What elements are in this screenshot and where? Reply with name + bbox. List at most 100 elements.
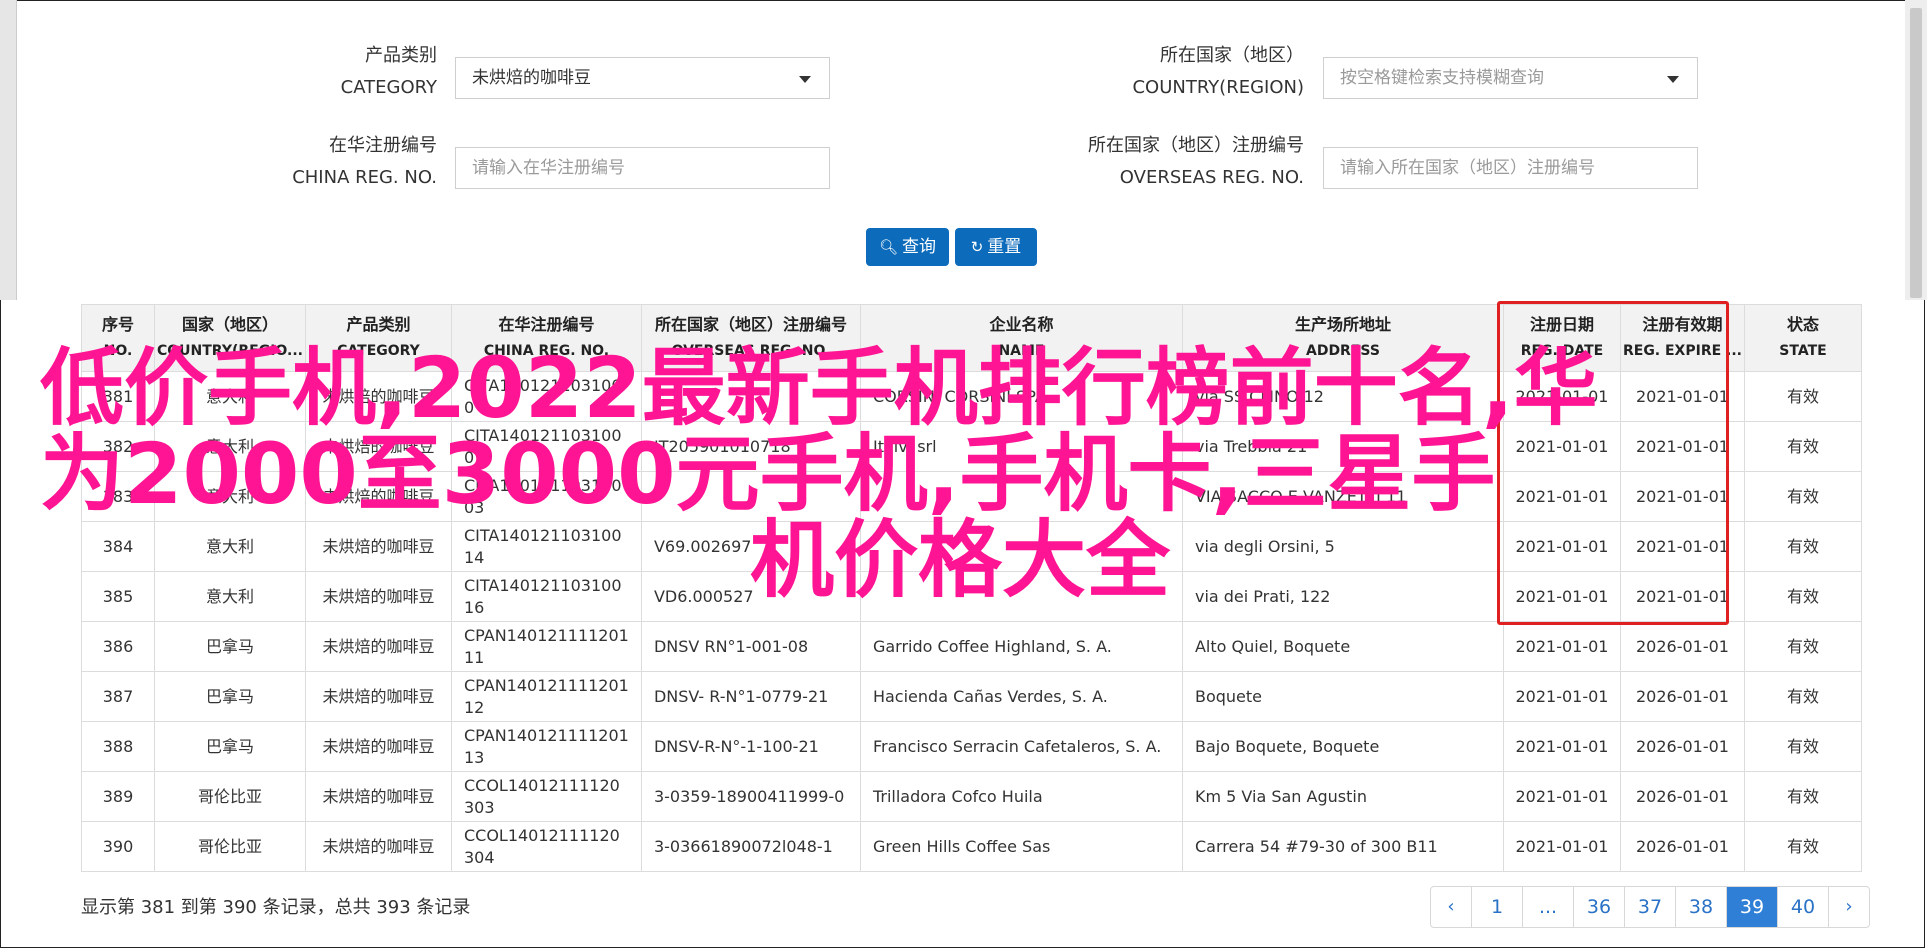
china-reg-label: 在华注册编号 CHINA REG. NO. — [292, 135, 437, 188]
table-row: 386 巴拿马 未烘焙的咖啡豆 CPAN14012111120111 DNSV RN°1… — [81, 621, 1862, 672]
table-cell: CPAN14012111120112 — [450, 671, 642, 722]
table-cell: VIA SACCO E VANZETTI 11 — [1181, 471, 1504, 522]
prev-page-button[interactable]: ‹ — [1431, 887, 1472, 927]
page-button[interactable]: 39 — [1727, 887, 1778, 927]
column-header-cn: 企业名称 — [989, 315, 1054, 334]
column-header[interactable]: 国家（地区） COUNTRY(REGIO... — [154, 304, 306, 372]
highlight-box — [1497, 301, 1729, 625]
column-header-cn: 产品类别 — [346, 315, 411, 334]
category-select[interactable]: 未烘焙的咖啡豆 — [455, 57, 830, 99]
vertical-scrollbar[interactable] — [1905, 0, 1927, 300]
table-cell: DNSV- R-N°1-0779-21 — [640, 671, 861, 722]
page-button[interactable]: ... — [1523, 887, 1574, 927]
table-cell: 有效 — [1744, 521, 1862, 572]
table-cell: Green Hills Coffee Sas — [859, 821, 1183, 872]
scrollbar-thumb[interactable] — [1910, 8, 1922, 298]
left-gutter — [0, 0, 17, 300]
table-cell: 390 — [81, 821, 155, 872]
table-cell: 未烘焙的咖啡豆 — [304, 621, 452, 672]
table-cell: 有效 — [1744, 671, 1862, 722]
search-icon: 🔍︎ — [878, 238, 899, 256]
column-header[interactable]: 状态 STATE — [1744, 304, 1862, 372]
table-cell: CCOL14012111120303 — [450, 771, 642, 822]
table-cell: via SS CLINO 12 — [1181, 371, 1504, 422]
table-cell: 有效 — [1744, 371, 1862, 422]
table-cell: DNSV RN°1-001-08 — [640, 621, 861, 672]
table-cell: 意大利 — [154, 371, 306, 422]
column-header[interactable]: 序号 NO. — [81, 304, 155, 372]
table-cell — [859, 521, 1183, 572]
table-cell: 未烘焙的咖啡豆 — [304, 721, 452, 772]
table-cell: 有效 — [1744, 621, 1862, 672]
column-header-en: NAME — [998, 343, 1045, 359]
table-cell: 有效 — [1744, 421, 1862, 472]
column-header-cn: 生产场所地址 — [1294, 315, 1391, 334]
table-cell: 意大利 — [154, 521, 306, 572]
table-cell — [640, 471, 861, 522]
column-header[interactable]: 企业名称 NAME — [859, 304, 1183, 372]
country-select-placeholder: 按空格键检索支持模糊查询 — [1340, 68, 1544, 88]
table-cell: CPAN14012111120113 — [450, 721, 642, 772]
table-cell: CITA14012110310016 — [450, 571, 642, 622]
table-cell: 3-0359-18900411999-0 — [640, 771, 861, 822]
table-cell: CITA14012110310003 — [450, 471, 642, 522]
table-cell: 385 — [81, 571, 155, 622]
table-cell: 有效 — [1744, 471, 1862, 522]
table-cell: via degli Orsini, 5 — [1181, 521, 1504, 572]
table-cell: 有效 — [1744, 771, 1862, 822]
table-cell: 2021-01-01 — [1502, 821, 1621, 872]
table-cell: 有效 — [1744, 721, 1862, 772]
column-header[interactable]: 所在国家（地区）注册编号 OVERSEAS REG. NO. — [640, 304, 861, 372]
search-button[interactable]: 🔍︎ 查询 — [866, 228, 949, 266]
page-button[interactable]: 1 — [1472, 887, 1523, 927]
column-header[interactable]: 在华注册编号 CHINA REG. NO. — [450, 304, 642, 372]
table-cell: 3-03661890072l048-1 — [640, 821, 861, 872]
category-select-value: 未烘焙的咖啡豆 — [472, 68, 591, 88]
table-cell: 2026-01-01 — [1619, 671, 1746, 722]
table-cell — [640, 371, 861, 422]
table-cell: 未烘焙的咖啡豆 — [304, 771, 452, 822]
table-row: 387 巴拿马 未烘焙的咖啡豆 CPAN14012111120112 DNSV- R-N… — [81, 671, 1862, 722]
table-cell: 2026-01-01 — [1619, 771, 1746, 822]
page-button[interactable]: 40 — [1778, 887, 1829, 927]
table-cell: 意大利 — [154, 421, 306, 472]
reset-button[interactable]: ↻ 重置 — [955, 228, 1037, 266]
page-button[interactable]: 36 — [1574, 887, 1625, 927]
overseas-reg-input[interactable]: 请输入所在国家（地区）注册编号 — [1323, 147, 1698, 189]
pagination: ‹ 1... 36 37 38 39 40 › — [1430, 886, 1870, 928]
table-cell: 382 — [81, 421, 155, 472]
next-page-button[interactable]: › — [1829, 887, 1869, 927]
column-header-en: NO. — [103, 343, 133, 359]
table-cell: Alto Quiel, Boquete — [1181, 621, 1504, 672]
column-header[interactable]: 产品类别 CATEGORY — [304, 304, 452, 372]
table-cell: Bajo Boquete, Boquete — [1181, 721, 1504, 772]
table-row: 388 巴拿马 未烘焙的咖啡豆 CPAN14012111120113 DNSV-R-N°… — [81, 721, 1862, 772]
table-cell: 388 — [81, 721, 155, 772]
table-cell: 未烘焙的咖啡豆 — [304, 471, 452, 522]
table-cell: Boquete — [1181, 671, 1504, 722]
table-cell: 巴拿马 — [154, 721, 306, 772]
page-button[interactable]: 38 — [1676, 887, 1727, 927]
table-cell: 意大利 — [154, 571, 306, 622]
table-cell: 未烘焙的咖啡豆 — [304, 521, 452, 572]
country-select[interactable]: 按空格键检索支持模糊查询 — [1323, 57, 1698, 99]
table-cell: 386 — [81, 621, 155, 672]
overseas-reg-label: 所在国家（地区）注册编号 OVERSEAS REG. NO. — [1088, 135, 1304, 188]
page-button[interactable]: 37 — [1625, 887, 1676, 927]
china-reg-input[interactable]: 请输入在华注册编号 — [455, 147, 830, 189]
table-cell — [859, 571, 1183, 622]
table-cell: 未烘焙的咖啡豆 — [304, 821, 452, 872]
table-cell: 2021-01-01 — [1502, 721, 1621, 772]
table-cell: Trilladora Cofco Huila — [859, 771, 1183, 822]
chevron-down-icon — [1667, 76, 1679, 83]
table-cell: 2026-01-01 — [1619, 821, 1746, 872]
column-header[interactable]: 生产场所地址 ADDRESS — [1181, 304, 1504, 372]
table-cell: 未烘焙的咖啡豆 — [304, 371, 452, 422]
column-header-en: CHINA REG. NO. — [483, 343, 610, 359]
table-cell: 2021-01-01 — [1502, 771, 1621, 822]
column-header-en: ADDRESS — [1305, 343, 1380, 359]
table-cell: CITA1401211031000 1 — [450, 371, 642, 422]
table-cell: 389 — [81, 771, 155, 822]
table-cell: 2021-01-01 — [1502, 671, 1621, 722]
table-cell: CORSINI CORSINI SPA — [859, 371, 1183, 422]
